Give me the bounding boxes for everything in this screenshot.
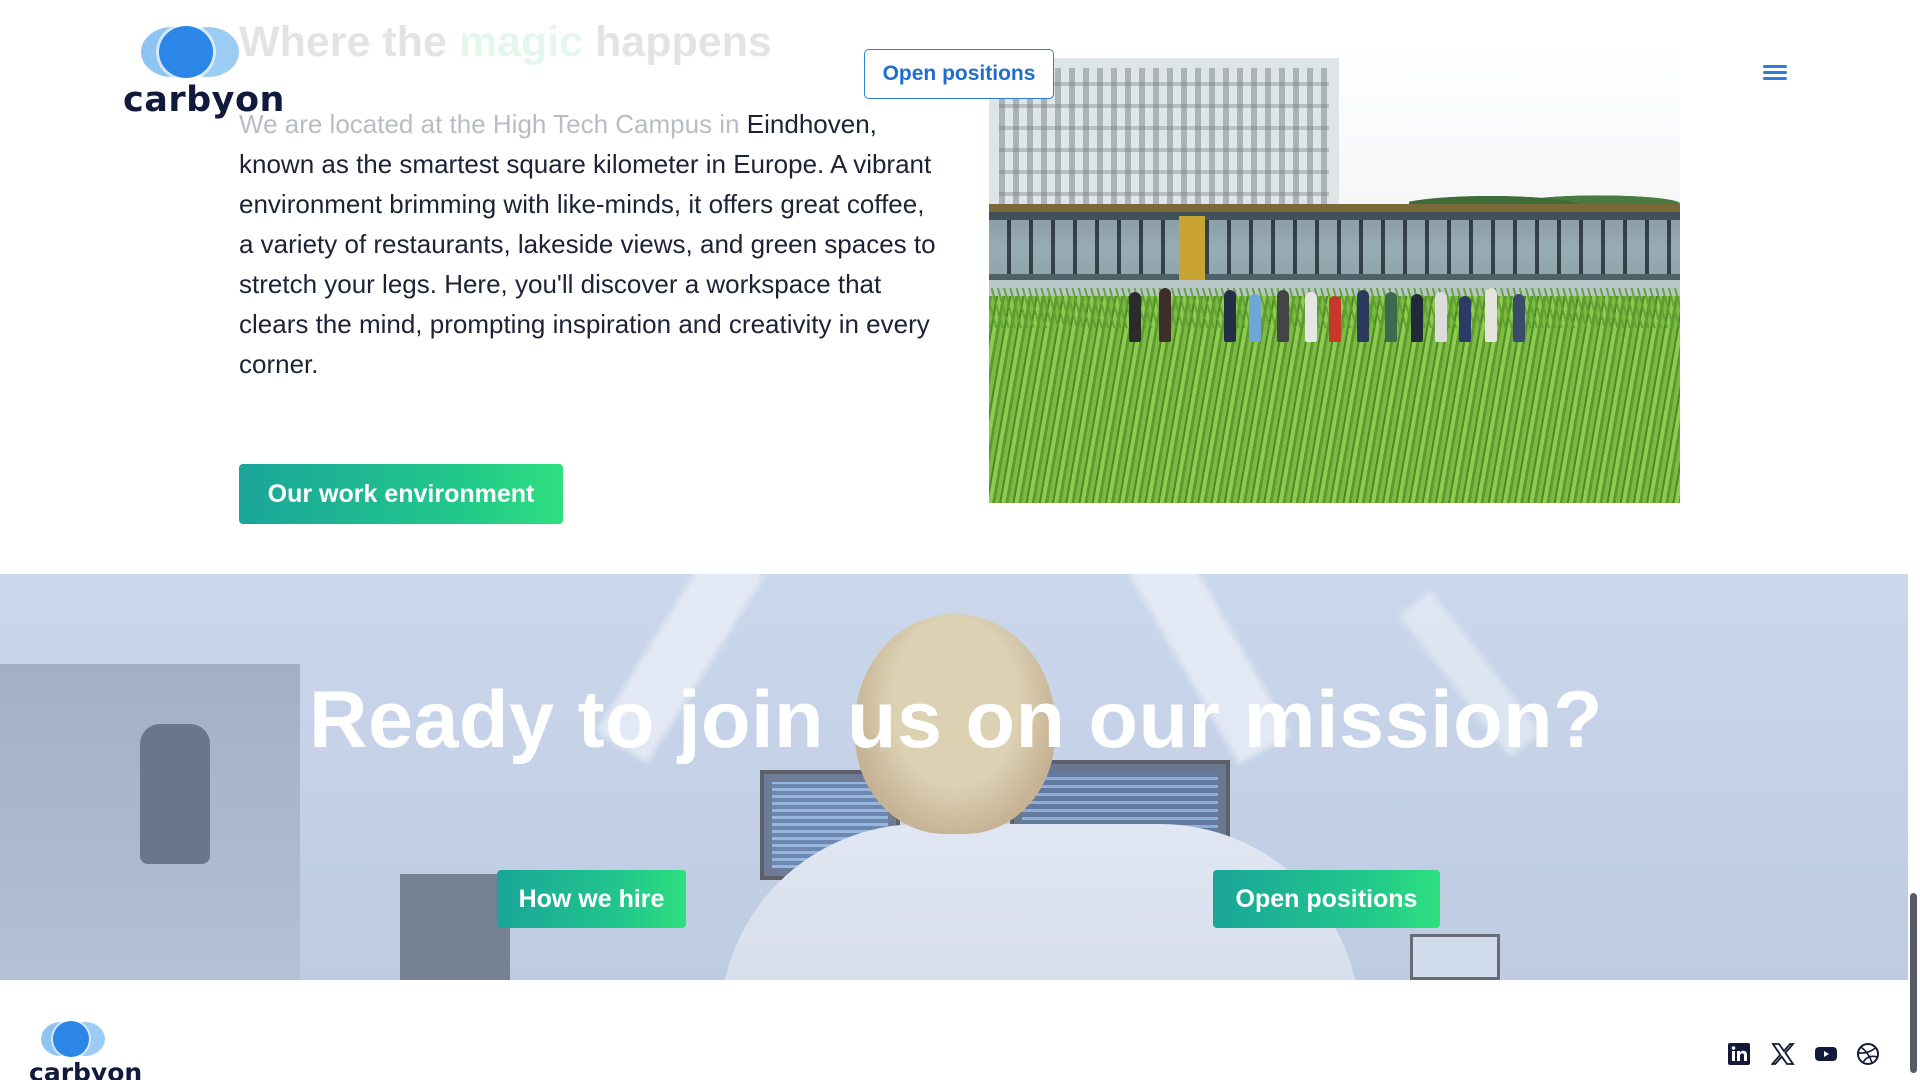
site-header: carbyon Open positions <box>0 0 1920 130</box>
join-mission-banner: Ready to join us on our mission? How we … <box>0 574 1912 980</box>
cta-open-positions-button[interactable]: Open positions <box>1213 870 1440 928</box>
people-group <box>1129 272 1589 342</box>
header-open-positions-button[interactable]: Open positions <box>864 49 1054 99</box>
logo-circles-icon <box>141 26 241 78</box>
scrollbar-thumb[interactable] <box>1910 893 1917 1073</box>
site-footer: carbyon <box>0 980 1912 1080</box>
carbyon-logo[interactable]: carbyon <box>123 26 284 121</box>
dribbble-icon[interactable] <box>1855 1041 1881 1067</box>
section-body-text: We are located at the High Tech Campus i… <box>239 104 939 384</box>
section-body-main: Eindhoven, known as the smartest square … <box>239 109 936 379</box>
footer-carbyon-logo[interactable]: carbyon <box>29 1021 143 1080</box>
youtube-icon[interactable] <box>1813 1041 1839 1067</box>
cta-title: Ready to join us on our mission? <box>308 675 1604 765</box>
linkedin-icon[interactable] <box>1726 1041 1752 1067</box>
office-background-photo <box>0 574 1912 980</box>
logo-wordmark: carbyon <box>123 80 285 120</box>
hamburger-menu-icon[interactable] <box>1763 62 1791 84</box>
x-icon[interactable] <box>1770 1041 1796 1067</box>
footer-logo-wordmark: carbyon <box>29 1058 143 1080</box>
how-we-hire-button[interactable]: How we hire <box>497 870 686 928</box>
our-work-environment-button[interactable]: Our work environment <box>239 464 563 524</box>
